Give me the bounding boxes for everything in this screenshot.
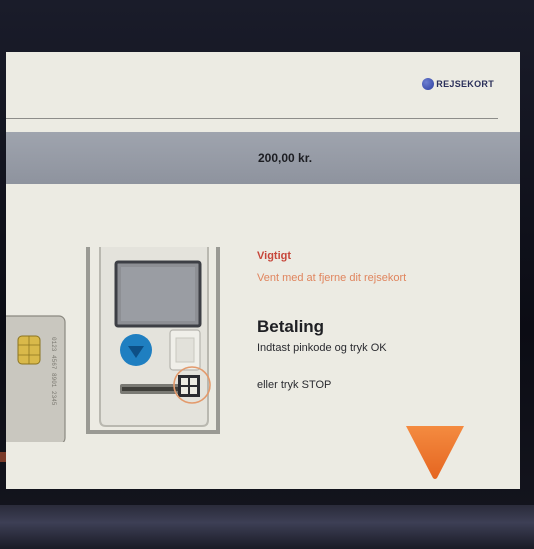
device-bezel-bottom (0, 505, 534, 549)
notice-message: Vent med at fjerne dit rejsekort (257, 272, 407, 284)
orange-triangle-icon[interactable] (404, 424, 466, 480)
payment-instruction: Indtast pinkode og tryk OK (257, 342, 387, 354)
card-number: 0123 4567 8901 2345 (50, 337, 57, 406)
terminal-screen: REJSEKORT 200,00 kr. 0123 4567 8901 2345 (6, 52, 520, 489)
card-terminal-illustration: 0123 4567 8901 2345 (6, 247, 220, 442)
header-divider (6, 118, 498, 119)
notice-title: Vigtigt (257, 250, 292, 262)
payment-card-icon: 0123 4567 8901 2345 (6, 315, 66, 442)
logo-dot-icon (422, 78, 435, 90)
amount-bar: 200,00 kr. (6, 132, 520, 184)
logo-text: REJSEKORT (436, 79, 494, 89)
card-terminal-icon (86, 247, 220, 434)
amount-value: 200,00 kr. (258, 151, 313, 165)
payment-stop-hint: eller tryk STOP (257, 379, 332, 391)
rejsekort-logo: REJSEKORT (422, 78, 494, 90)
payment-title: Betaling (257, 317, 325, 336)
